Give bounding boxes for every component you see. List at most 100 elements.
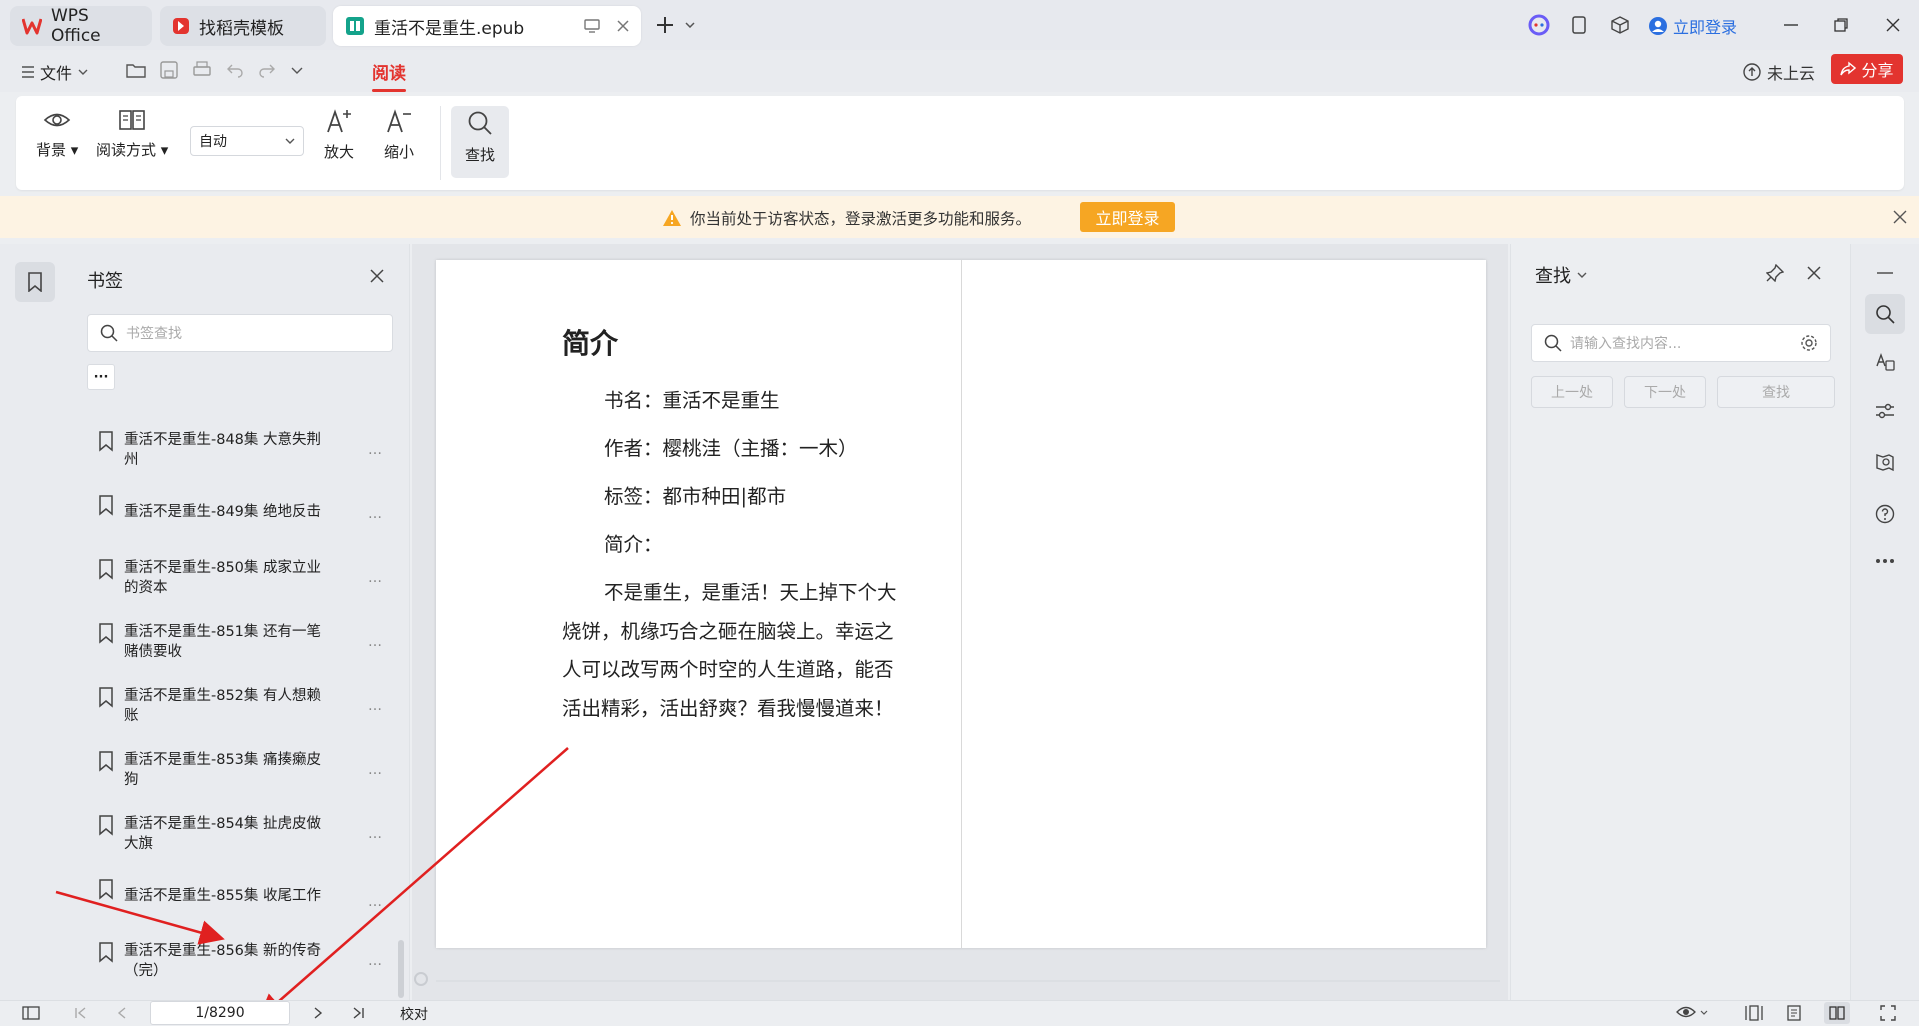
bookmark-item[interactable]: 重活不是重生-853集 痛揍癞皮狗 … bbox=[98, 750, 398, 790]
tags-line: 标签：都市种田|都市 bbox=[604, 485, 787, 508]
restore-icon[interactable] bbox=[1828, 12, 1854, 38]
find-prev-button[interactable]: 上一处 bbox=[1531, 376, 1613, 408]
prev-page-icon[interactable] bbox=[117, 1007, 127, 1019]
tab-epub-document[interactable]: 重活不是重生.epub bbox=[333, 6, 641, 46]
cloud-upload-icon bbox=[1742, 63, 1762, 81]
find-next-button[interactable]: 下一处 bbox=[1624, 376, 1706, 408]
single-page-icon[interactable] bbox=[1786, 1005, 1802, 1021]
bookmark-item-more-icon[interactable]: … bbox=[368, 951, 382, 971]
gear-icon[interactable] bbox=[1800, 334, 1818, 352]
print-icon[interactable] bbox=[192, 61, 212, 79]
bookmark-item[interactable]: 重活不是重生-855集 收尾工作 … bbox=[98, 878, 398, 910]
close-find-icon[interactable] bbox=[1807, 266, 1821, 280]
save-icon[interactable] bbox=[160, 61, 178, 79]
tab-read[interactable]: 阅读 bbox=[372, 59, 406, 92]
continuous-view-icon[interactable] bbox=[1745, 1005, 1763, 1021]
banner-login-button[interactable]: 立即登录 bbox=[1080, 202, 1175, 232]
bookmark-item-more-icon[interactable]: … bbox=[368, 824, 382, 844]
bookmark-item-more-icon[interactable]: … bbox=[368, 892, 382, 912]
undo-icon[interactable] bbox=[226, 61, 244, 79]
bookmark-more-button[interactable]: ··· bbox=[87, 364, 115, 390]
find-execute-button[interactable]: 查找 bbox=[1717, 376, 1835, 408]
redo-icon[interactable] bbox=[258, 61, 276, 79]
share-button[interactable]: 分享 bbox=[1831, 54, 1903, 84]
two-page-view-button[interactable] bbox=[1824, 1002, 1850, 1024]
login-link[interactable]: 立即登录 bbox=[1648, 14, 1737, 38]
collapse-icon[interactable] bbox=[1877, 272, 1893, 274]
search-tool-button[interactable] bbox=[1865, 294, 1905, 334]
bookmark-item[interactable]: 重活不是重生-856集 新的传奇（完） … bbox=[98, 941, 398, 981]
bookmark-search-input[interactable]: 书签查找 bbox=[87, 314, 393, 352]
book-page-spread: 简介 书名：重活不是重生 作者：樱桃洼（主播：一木） 标签：都市种田|都市 简介… bbox=[436, 260, 1486, 948]
find-panel-title[interactable]: 查找 bbox=[1535, 262, 1587, 288]
find-input[interactable]: 请输入查找内容... bbox=[1531, 324, 1831, 362]
read-mode-button[interactable]: 阅读方式 ▾ bbox=[96, 108, 168, 160]
bookmark-item-more-icon[interactable]: … bbox=[368, 440, 382, 460]
page-number-input[interactable]: 1/8290 bbox=[150, 1001, 290, 1025]
background-button[interactable]: 背景 ▾ bbox=[36, 108, 78, 160]
find-button[interactable]: 查找 bbox=[451, 106, 509, 178]
bookmark-item-more-icon[interactable]: … bbox=[368, 568, 382, 588]
author-line: 作者：樱桃洼（主播：一木） bbox=[604, 437, 858, 460]
first-page-icon[interactable] bbox=[75, 1007, 87, 1019]
fullscreen-icon[interactable] bbox=[1880, 1005, 1896, 1021]
bookmark-item-more-icon[interactable]: … bbox=[368, 504, 382, 524]
minimize-icon[interactable] bbox=[1778, 12, 1804, 38]
scroll-indicator-icon[interactable] bbox=[414, 972, 428, 986]
zoom-in-label: 放大 bbox=[324, 143, 355, 161]
share-icon bbox=[1840, 61, 1857, 77]
menu-bar: 文件 阅读 未上云 分享 bbox=[0, 50, 1919, 92]
close-banner-icon[interactable] bbox=[1893, 210, 1907, 224]
chevron-down-icon[interactable] bbox=[290, 61, 304, 79]
bookmark-item-more-icon[interactable]: … bbox=[368, 696, 382, 716]
window-copy-icon[interactable] bbox=[1566, 12, 1592, 38]
search-icon bbox=[466, 109, 494, 137]
open-folder-icon[interactable] bbox=[126, 61, 146, 79]
close-tab-icon[interactable] bbox=[617, 20, 629, 32]
bookmark-icon bbox=[98, 622, 114, 662]
ai-assistant-icon[interactable] bbox=[1526, 12, 1552, 38]
pin-icon[interactable] bbox=[1766, 264, 1784, 282]
bookmark-item-more-icon[interactable]: … bbox=[368, 632, 382, 652]
help-icon[interactable] bbox=[1875, 504, 1895, 524]
bookmark-item-more-icon[interactable]: … bbox=[368, 760, 382, 780]
new-tab-icon[interactable] bbox=[652, 12, 678, 38]
zoom-in-button[interactable]: 放大 bbox=[324, 108, 354, 162]
cloud-status[interactable]: 未上云 bbox=[1742, 60, 1815, 84]
bookmark-item[interactable]: 重活不是重生-849集 绝地反击 … bbox=[98, 494, 398, 522]
background-label: 背景 ▾ bbox=[36, 141, 79, 159]
bookmark-item-label: 重活不是重生-855集 收尾工作 bbox=[124, 888, 322, 904]
zoom-out-label: 缩小 bbox=[384, 143, 415, 161]
cube-icon[interactable] bbox=[1607, 12, 1633, 38]
more-icon[interactable] bbox=[1875, 558, 1895, 564]
sidebar-toggle-icon[interactable] bbox=[22, 1006, 40, 1020]
next-page-icon[interactable] bbox=[313, 1007, 323, 1019]
close-window-icon[interactable] bbox=[1880, 12, 1906, 38]
bookmark-panel-toggle[interactable] bbox=[15, 262, 55, 302]
zoom-select[interactable]: 自动 bbox=[190, 126, 304, 156]
horizontal-scrollbar[interactable] bbox=[436, 980, 1500, 982]
intro-paragraph: 不是重生，是重活！天上掉下个大烧饼，机缘巧合之砸在脑袋上。幸运之人可以改写两个时… bbox=[562, 581, 897, 720]
bookmark-item[interactable]: 重活不是重生-854集 扯虎皮做大旗 … bbox=[98, 814, 398, 854]
bookmark-item[interactable]: 重活不是重生-850集 成家立业的资本 … bbox=[98, 558, 398, 598]
translate-icon[interactable] bbox=[1875, 352, 1895, 372]
close-panel-icon[interactable] bbox=[370, 269, 384, 283]
monitor-icon[interactable] bbox=[584, 19, 600, 33]
file-menu[interactable]: 文件 bbox=[22, 60, 88, 84]
book-search-icon[interactable] bbox=[1875, 452, 1895, 472]
search-icon bbox=[100, 324, 118, 342]
bookmark-item[interactable]: 重活不是重生-851集 还有一笔赌债要收 … bbox=[98, 622, 398, 662]
bookmark-icon bbox=[98, 558, 114, 598]
bookmark-panel: 书签 书签查找 ··· 重活不是重生-848集 大意失荆州 … 重活不是重生-8… bbox=[70, 244, 410, 1000]
tab-docer-templates[interactable]: 找稻壳模板 bbox=[160, 6, 326, 46]
chevron-down-icon[interactable] bbox=[677, 12, 703, 38]
eye-protection-toggle[interactable] bbox=[1676, 1005, 1708, 1019]
settings-sliders-icon[interactable] bbox=[1875, 402, 1895, 420]
proofread-label[interactable]: 校对 bbox=[400, 1004, 428, 1024]
tab-wps-office[interactable]: WPS Office bbox=[10, 6, 152, 46]
zoom-out-button[interactable]: 缩小 bbox=[384, 108, 414, 162]
bookmark-item[interactable]: 重活不是重生-852集 有人想赖账 … bbox=[98, 686, 398, 726]
last-page-icon[interactable] bbox=[352, 1007, 364, 1019]
bookmark-scrollbar[interactable] bbox=[398, 940, 404, 998]
bookmark-item[interactable]: 重活不是重生-848集 大意失荆州 … bbox=[98, 430, 398, 470]
